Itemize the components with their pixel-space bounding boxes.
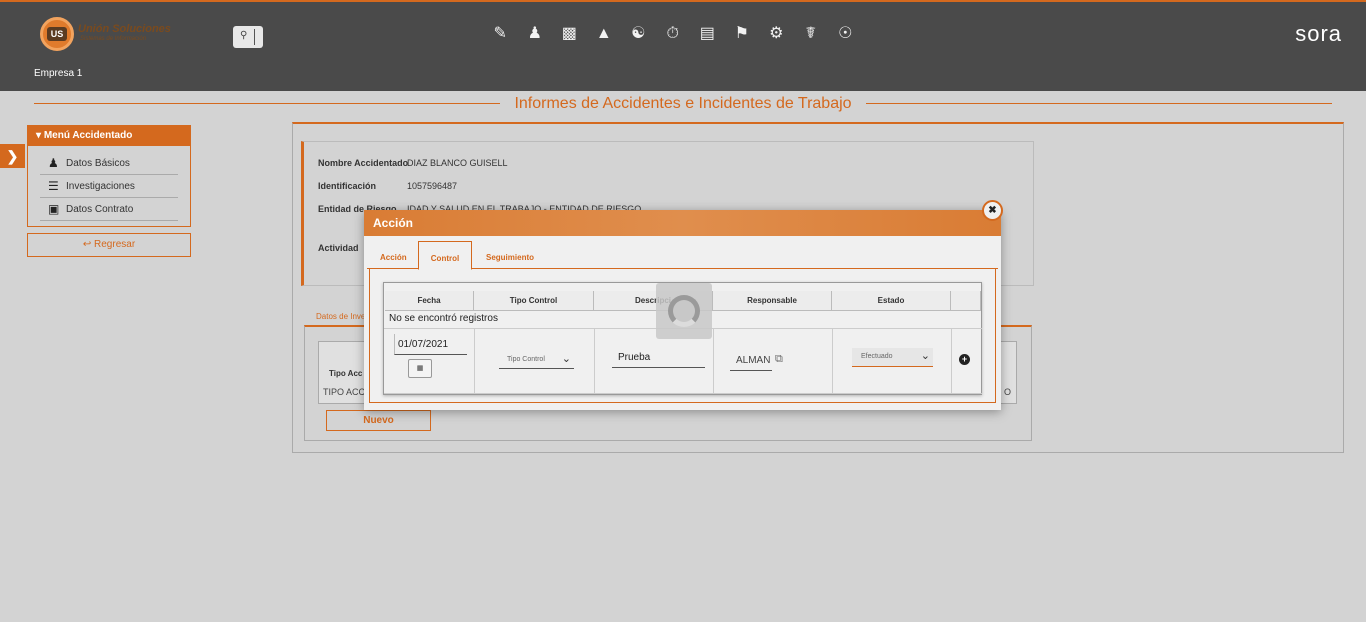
search-responsable-icon[interactable]: ⧉	[775, 353, 783, 366]
training-icon[interactable]: ⚑	[725, 23, 760, 45]
tab-seguimiento[interactable]: Seguimiento	[486, 241, 546, 269]
tipo-control-select[interactable]: Tipo Control ⌄	[499, 350, 574, 369]
document-list-icon[interactable]: ▤	[690, 23, 725, 45]
gears-icon[interactable]: ⚙	[759, 23, 794, 45]
column-tipo-control: Tipo Control	[474, 291, 594, 311]
user-badge-icon[interactable]: ☯	[621, 23, 656, 45]
logo-name: Unión Soluciones	[78, 23, 171, 35]
chevron-right-icon: ❯	[6, 148, 19, 164]
logo-subtitle: Sistemas de Información	[80, 36, 147, 42]
top-bar: US Unión Soluciones Sistemas de Informac…	[0, 0, 1366, 91]
tab-accion[interactable]: Acción	[380, 241, 416, 269]
loading-spinner	[656, 283, 712, 339]
accident-menu: ▾ Menú Accidentado ♟ Datos Básicos ☰ Inves…	[27, 125, 191, 227]
responsable-input[interactable]: ALMAN	[730, 350, 772, 371]
report-icon[interactable]: ✎	[483, 23, 518, 45]
clipboard-icon: ▣	[48, 202, 60, 216]
spinner-icon	[668, 295, 700, 327]
modal-tabs: Acción Control Seguimiento	[367, 241, 998, 270]
logo-badge: US	[40, 17, 74, 51]
fecha-input[interactable]: 01/07/2021	[394, 334, 467, 355]
back-icon: ↩	[82, 239, 92, 250]
empty-message: No se encontró registros	[389, 313, 498, 324]
back-button[interactable]: ↩ Regresar	[27, 233, 191, 257]
chevron-down-icon: ⌄	[561, 353, 571, 365]
module-nav: ✎ ♟ ▩ ▲ ☯ ⏱ ▤ ⚑ ⚙ ☤ ☉	[483, 23, 863, 45]
new-button[interactable]: Nuevo	[326, 410, 431, 431]
sidebar-toggle[interactable]: ❯	[0, 144, 25, 168]
users-group-icon[interactable]: ☉	[828, 23, 863, 45]
column-estado: Estado	[832, 291, 951, 311]
menu-header[interactable]: ▾ Menú Accidentado	[28, 126, 190, 146]
search-icon: ⚲	[240, 30, 248, 41]
worker-icon[interactable]: ♟	[518, 23, 553, 45]
menu-item-datos-contrato[interactable]: ▣ Datos Contrato	[40, 198, 178, 221]
menu-item-datos-basicos[interactable]: ♟ Datos Básicos	[40, 152, 178, 175]
investigation-cell: TIPO ACC	[323, 387, 366, 397]
search-button[interactable]: ⚲	[233, 26, 263, 48]
list-icon: ☰	[48, 179, 59, 193]
company-name: Empresa 1	[34, 68, 83, 79]
modal-title: Acción	[364, 210, 1001, 236]
investigation-column-header: Tipo Acc	[329, 369, 363, 378]
descripcion-input[interactable]: Prueba	[612, 348, 705, 368]
chevron-down-icon: ⌄	[920, 350, 930, 362]
close-icon: ✖	[988, 205, 997, 216]
company-logo[interactable]: US Unión Soluciones Sistemas de Informac…	[40, 17, 171, 51]
stopwatch-icon[interactable]: ⏱	[656, 23, 691, 45]
menu-item-investigaciones[interactable]: ☰ Investigaciones	[40, 175, 178, 198]
column-fecha: Fecha	[385, 291, 474, 311]
medical-case-icon[interactable]: ☤	[794, 23, 829, 45]
calendar-button[interactable]: ▦	[408, 359, 432, 378]
column-responsable: Responsable	[713, 291, 832, 311]
estado-select[interactable]: Efectuado ⌄	[852, 348, 933, 367]
calendar-icon: ▦	[416, 365, 424, 372]
gift-icon[interactable]: ▩	[552, 23, 587, 45]
user-icon: ♟	[48, 156, 59, 170]
org-chart-icon[interactable]: ▲	[587, 23, 622, 45]
tab-control[interactable]: Control	[418, 241, 472, 270]
tab-datos-investigacion[interactable]: Datos de Inve	[316, 312, 365, 321]
brand-logo: sora	[1295, 21, 1342, 46]
close-button[interactable]: ✖	[982, 200, 1003, 221]
add-icon[interactable]: +	[959, 354, 970, 365]
investigation-cell-right: O	[1004, 387, 1012, 397]
page-title: Informes de Accidentes e Incidentes de T…	[500, 95, 866, 113]
